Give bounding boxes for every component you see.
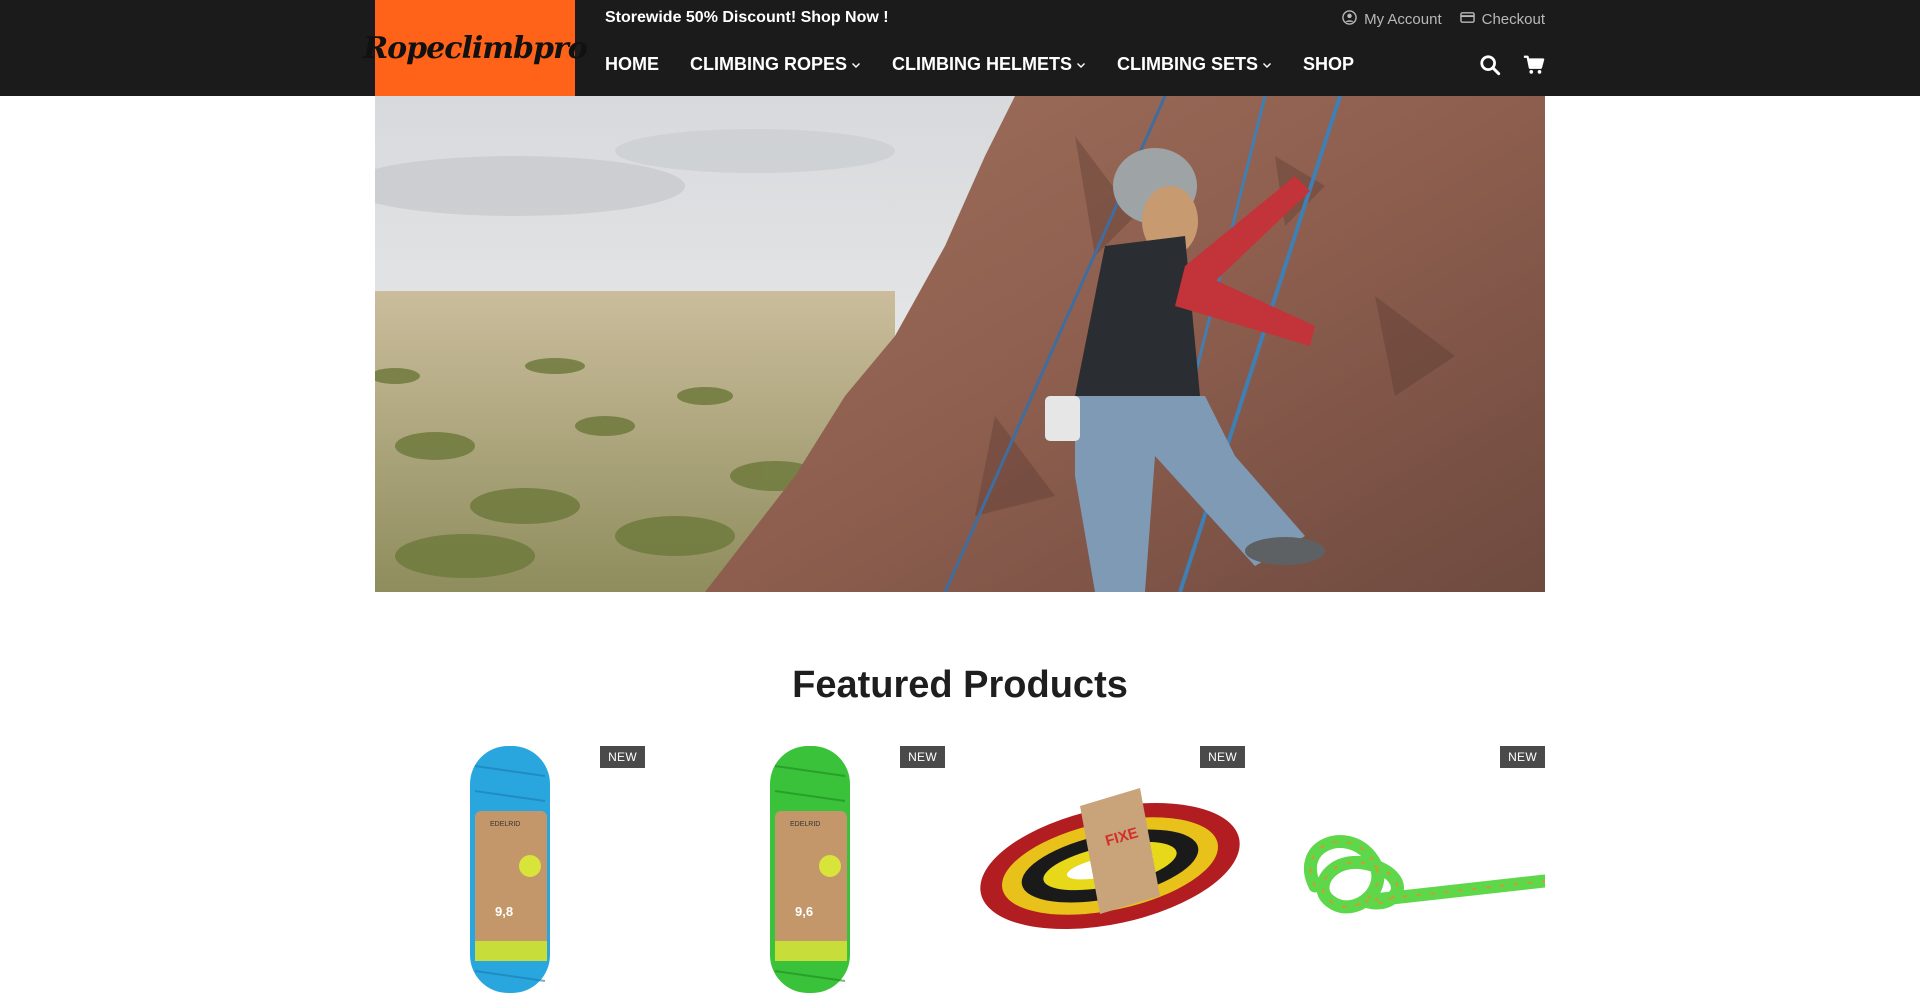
nav-label: CLIMBING SETS — [1117, 54, 1259, 74]
header-bar: Ropeclimbpro Storewide 50% Discount! Sho… — [0, 0, 1920, 96]
product-label-diameter: 9,8 — [495, 904, 513, 919]
hero-banner-image[interactable] — [375, 96, 1545, 592]
header-tools — [1479, 54, 1545, 81]
nav-item-climbing-helmets[interactable]: CLIMBING HELMETS — [892, 54, 1086, 75]
nav-label: CLIMBING HELMETS — [892, 54, 1073, 74]
chevron-down-icon — [851, 54, 861, 75]
checkout-link[interactable]: Checkout — [1459, 10, 1545, 29]
search-icon[interactable] — [1479, 54, 1501, 81]
nav-label: HOME — [605, 54, 659, 74]
product-card[interactable]: EDELRID 9,8 NEW — [375, 746, 645, 993]
product-image[interactable]: EDELRID 9,6 — [675, 746, 945, 993]
chevron-down-icon — [1076, 54, 1086, 75]
credit-card-icon — [1459, 10, 1475, 29]
product-card[interactable]: NEW — [1275, 746, 1545, 993]
logo-text: Ropeclimbpro — [363, 30, 588, 66]
my-account-link[interactable]: My Account — [1342, 10, 1442, 29]
product-image[interactable] — [1275, 746, 1545, 993]
product-label-diameter: 9,6 — [795, 904, 813, 919]
new-badge: NEW — [600, 746, 645, 768]
product-card[interactable]: FIXE NEW — [975, 746, 1245, 993]
new-badge: NEW — [1200, 746, 1245, 768]
nav-item-climbing-ropes[interactable]: CLIMBING ROPES — [690, 54, 861, 75]
nav-item-shop[interactable]: SHOP — [1303, 54, 1354, 75]
user-icon — [1342, 10, 1357, 29]
nav-item-home[interactable]: HOME — [605, 54, 659, 75]
chevron-down-icon — [1262, 54, 1272, 75]
product-label-brand: EDELRID — [790, 821, 820, 828]
product-image[interactable]: FIXE — [975, 746, 1245, 993]
featured-products-title: Featured Products — [792, 664, 1128, 706]
promo-banner-text[interactable]: Storewide 50% Discount! Shop Now ! — [605, 9, 889, 27]
checkout-label: Checkout — [1481, 11, 1545, 28]
nav-item-climbing-sets[interactable]: CLIMBING SETS — [1117, 54, 1272, 75]
main-navigation: HOME CLIMBING ROPES CLIMBING HELMETS CLI… — [605, 54, 1354, 75]
featured-products-grid: EDELRID 9,8 NEW EDELRID 9,6 NEW FIXE NEW… — [375, 746, 1545, 993]
product-card[interactable]: EDELRID 9,6 NEW — [675, 746, 945, 993]
product-label-brand: EDELRID — [490, 821, 520, 828]
account-links: My Account Checkout — [1342, 10, 1545, 29]
new-badge: NEW — [900, 746, 945, 768]
new-badge: NEW — [1500, 746, 1545, 768]
product-image[interactable]: EDELRID 9,8 — [375, 746, 645, 993]
my-account-label: My Account — [1364, 11, 1442, 28]
site-logo[interactable]: Ropeclimbpro — [363, 0, 588, 96]
nav-label: SHOP — [1303, 54, 1355, 74]
nav-label: CLIMBING ROPES — [690, 54, 848, 74]
cart-icon[interactable] — [1523, 54, 1545, 81]
